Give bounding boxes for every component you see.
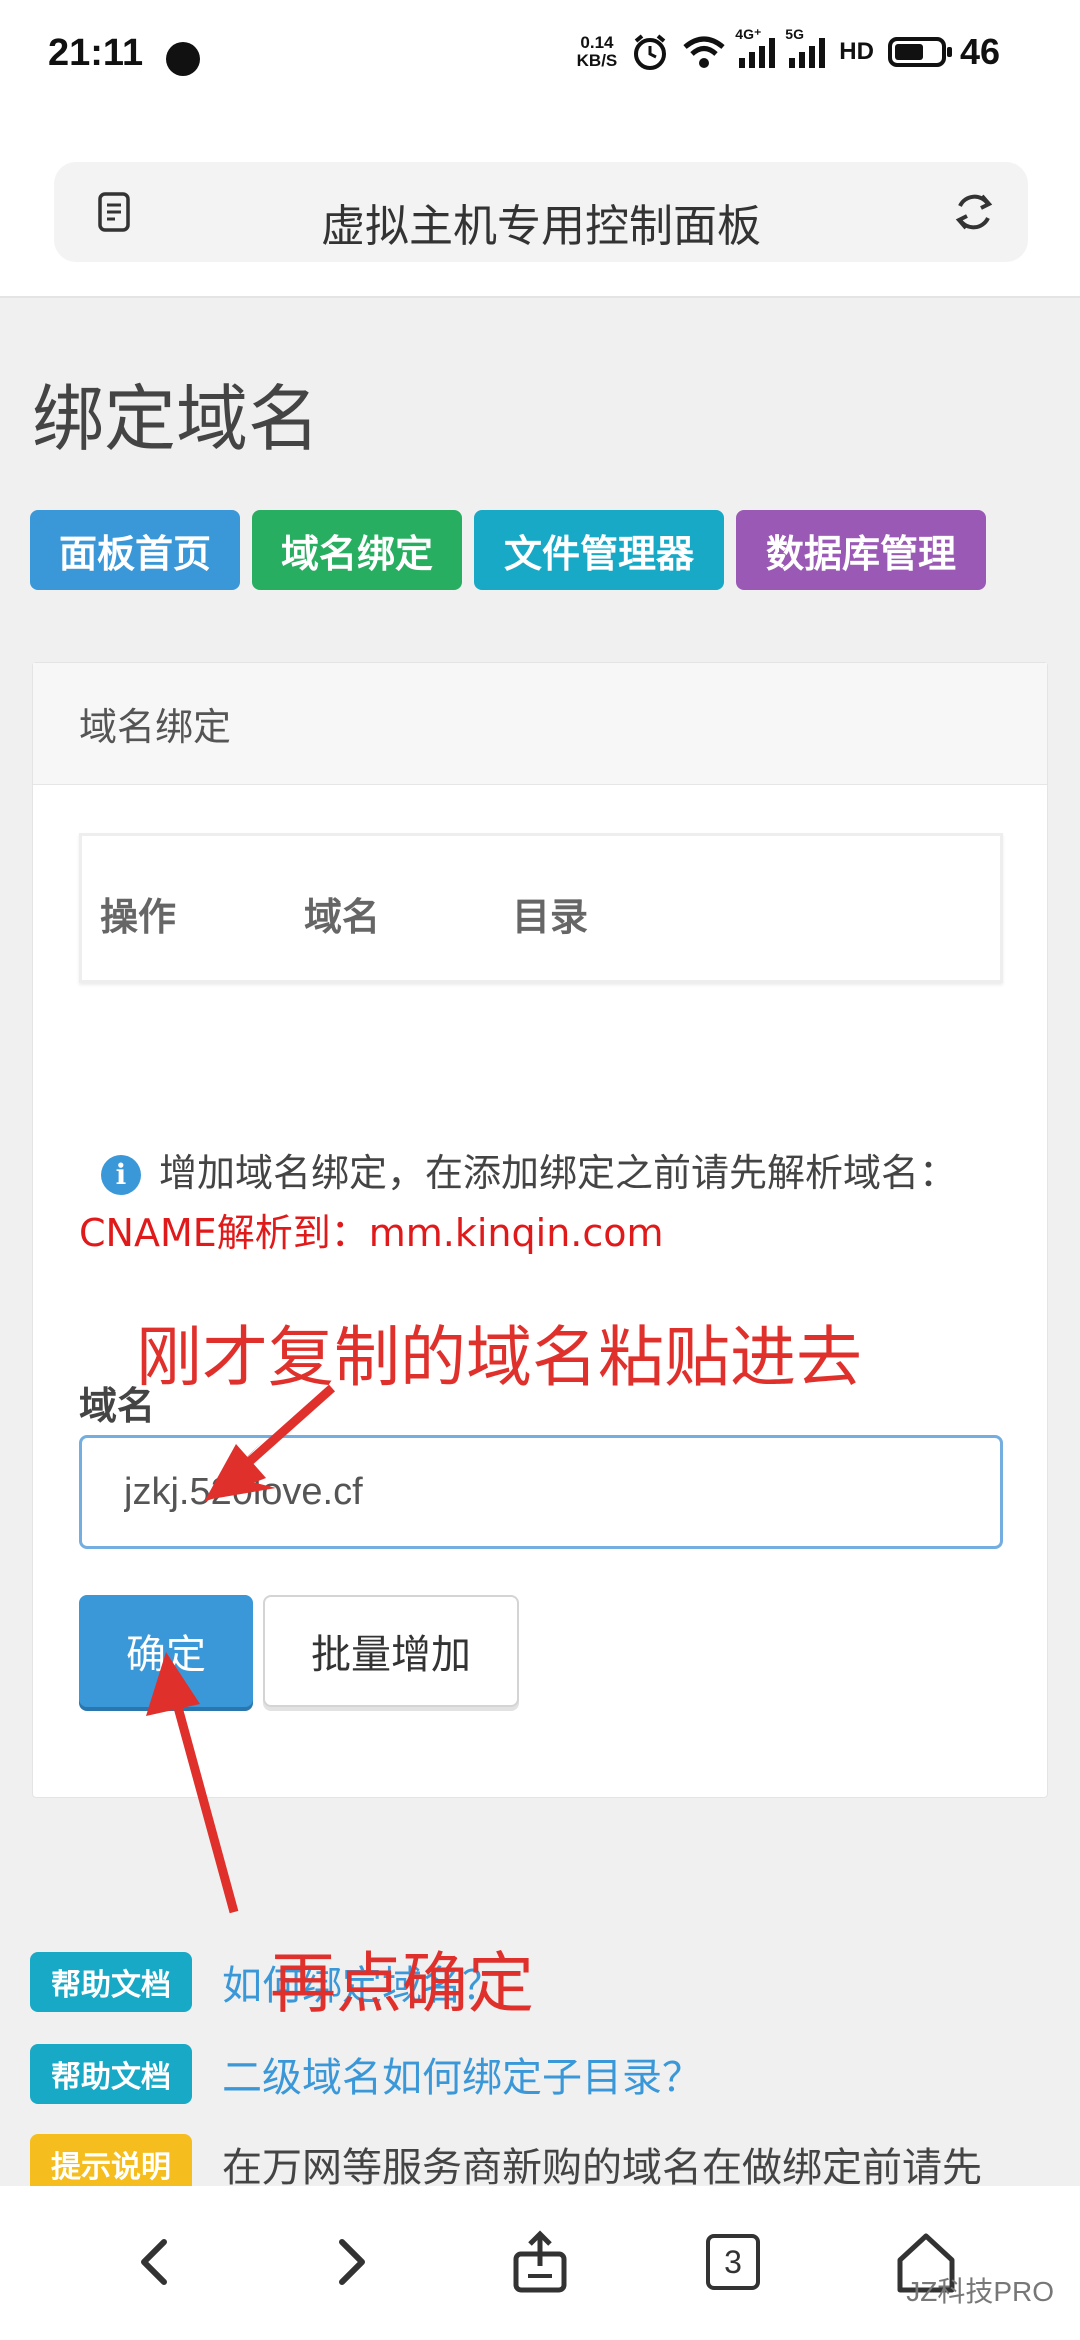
status-time: 21:11 [48,32,144,74]
cname-target-text: CNAME解析到：mm.kinqin.com [79,1211,664,1255]
signal-4g-icon: 4G⁺ [735,26,776,68]
alarm-icon [634,34,667,70]
forward-icon[interactable] [312,2224,388,2300]
info-icon: i [101,1155,141,1195]
battery-icon [887,37,952,67]
panel-heading: 域名绑定 [33,663,1047,785]
nav-button-group: 面板首页 域名绑定 文件管理器 数据库管理 [30,510,986,590]
tip-badge: 提示说明 [30,2134,192,2194]
column-header-directory: 目录 [512,895,589,939]
confirm-button[interactable]: 确定 [79,1595,253,1707]
binding-notice: i 增加域名绑定，在添加绑定之前请先解析域名： CNAME解析到：mm.kinqin… [79,1143,1009,1263]
page-title: 绑定域名 [32,377,321,461]
nav-domain-binding-button[interactable]: 域名绑定 [252,510,462,590]
column-header-action: 操作 [100,895,177,939]
address-bar[interactable]: 虚拟主机专用控制面板 [54,162,1028,262]
help-link-subdomain-directory[interactable]: 二级域名如何绑定子目录？ [222,2045,702,2103]
hd-icon: HD [839,38,874,65]
wifi-icon [683,36,725,68]
status-indicators: 0.14 KB/S 4G⁺ 5G HD 46 [576,26,1000,74]
notification-dot-icon [166,42,200,76]
page-url-title[interactable]: 虚拟主机专用控制面板 [54,190,1028,254]
column-header-domain: 域名 [304,895,381,939]
domain-input[interactable] [79,1435,1003,1549]
notice-text: 增加域名绑定，在添加绑定之前请先解析域名： [159,1151,958,1195]
tabs-count-button[interactable]: 3 [706,2234,760,2290]
battery-level: 46 [959,31,1000,72]
help-row: 提示说明 在万网等服务商新购的域名在做绑定前请先 [30,2134,982,2194]
batch-add-button[interactable]: 批量增加 [263,1595,519,1707]
signal-5g-icon: 5G [785,26,826,68]
status-bar: 21:11 0.14 KB/S 4G⁺ 5G HD 46 [0,0,1080,120]
network-speed: 0.14 KB/S [576,33,618,70]
help-badge: 帮助文档 [30,2044,192,2104]
nav-home-button[interactable]: 面板首页 [30,510,240,590]
browser-bottom-nav: 3 JZ科技PRO [0,2186,1080,2340]
browser-toolbar: 虚拟主机专用控制面板 [0,120,1080,298]
reload-icon[interactable] [948,186,1000,238]
domain-binding-panel: 域名绑定 操作 域名 目录 i 增加域名绑定，在添加绑定之前请先解析域名： CNAM… [32,662,1048,1798]
tip-text: 在万网等服务商新购的域名在做绑定前请先 [222,2145,982,2191]
binding-table: 操作 域名 目录 [79,833,1003,983]
nav-file-manager-button[interactable]: 文件管理器 [474,510,724,590]
watermark: JZ科技PRO [906,2276,1054,2307]
help-row: 帮助文档 二级域名如何绑定子目录？ [30,2044,702,2104]
help-badge: 帮助文档 [30,1952,192,2012]
annotation-paste-domain: 刚才复制的域名粘贴进去 [136,1319,862,1396]
annotation-click-confirm: 再点确定 [270,1945,534,2022]
nav-database-button[interactable]: 数据库管理 [736,510,986,590]
back-icon[interactable] [118,2224,194,2300]
share-icon[interactable] [502,2224,578,2300]
